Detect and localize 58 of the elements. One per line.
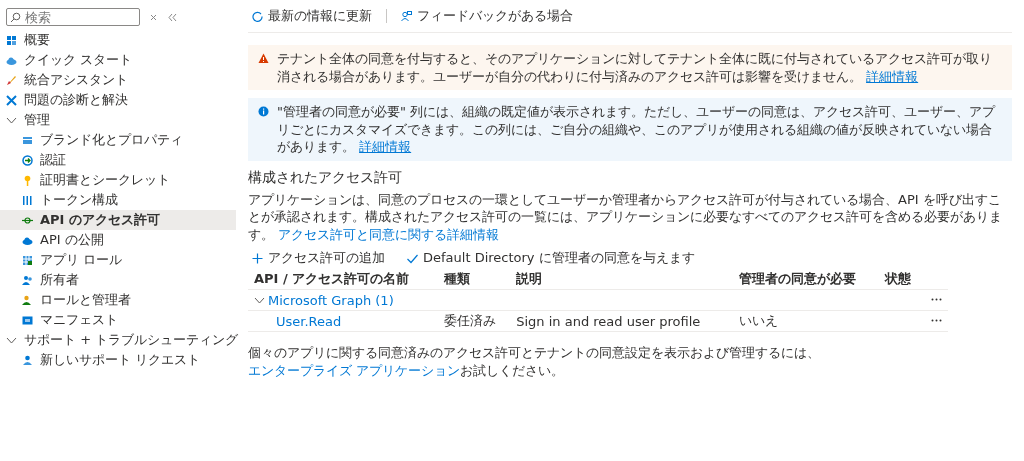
- table-cell: 委任済み: [443, 313, 496, 329]
- people-icon: [22, 274, 33, 286]
- action-button[interactable]: アクセス許可の追加: [248, 249, 389, 268]
- column-header: API / アクセス許可の名前: [248, 269, 438, 290]
- banner-text: "管理者の同意が必要" 列には、組織の既定値が表示されます。ただし、ユーザーの同意は、アクセス許可、ユーザー、アプリごとにカスタマイズできます。この列には、ご自分の組織や、このアプリが使用される組織の値が反映されていない場合があります。 詳細情報: [277, 103, 997, 156]
- sidebar-item[interactable]: API のアクセス許可: [0, 210, 236, 230]
- table-cell: Sign in and read user profile: [516, 313, 701, 329]
- arrow-circle-icon: [22, 154, 33, 166]
- key-icon: [22, 174, 33, 186]
- permission-link[interactable]: User.Read: [276, 313, 342, 329]
- warning-icon: [258, 53, 269, 64]
- learn-more-link[interactable]: 詳細情報: [359, 139, 412, 155]
- person-icon: [22, 294, 33, 306]
- sidebar-item[interactable]: クイック スタート: [0, 50, 236, 70]
- learn-more-link[interactable]: 詳細情報: [866, 68, 919, 84]
- checkmark-icon: [407, 252, 418, 264]
- footer-text: 個々のアプリに関する同意済みのアクセス許可とテナントの同意設定を表示および管理するには、 エンタープライズ アプリケーションお試しください。: [248, 344, 821, 380]
- enterprise-apps-link[interactable]: エンタープライズ アプリケーション: [248, 362, 461, 378]
- section-description: アプリケーションは、同意のプロセスの一環としてユーザーか管理者からアクセス許可が付与されている場合、API を呼び出すことが承認されます。構成されたアクセス許可の一覧には、アプリケーションに必要なすべてのアクセス許可を含める必要があります。 アクセス許可と同意に関する詳細情報: [248, 190, 1003, 244]
- bars-icon: [22, 194, 33, 206]
- column-header: 管理者の同意が必要: [732, 269, 879, 290]
- sidebar-item[interactable]: 所有者: [0, 270, 236, 290]
- sidebar-item[interactable]: 認証: [0, 150, 236, 170]
- column-header: 説明: [510, 269, 733, 290]
- person-icon: [22, 354, 33, 366]
- search-field[interactable]: 検索: [6, 8, 140, 26]
- banner-text: テナント全体の同意を付与すると、そのアプリケーションに対してテナント全体に既に付与されているアクセス許可が取り消される場合があります。ユーザーが自分の代わりに付与済みのアクセス許可は影響を受けません。 詳細情報: [277, 50, 993, 86]
- details-link[interactable]: アクセス許可と同意に関する詳細情報: [278, 226, 500, 242]
- sidebar-item[interactable]: 証明書とシークレット: [0, 170, 236, 190]
- sidebar-item[interactable]: 概要: [0, 30, 236, 50]
- toolbar-button[interactable]: 最新の情報に更新: [248, 7, 376, 25]
- action-button[interactable]: Default Directory に管理者の同意を与えます: [403, 249, 699, 268]
- nav-group[interactable]: サポート + トラブルシューティング: [0, 330, 236, 350]
- feedback-icon: [401, 10, 412, 22]
- sidebar-item[interactable]: ブランド化とプロパティ: [0, 130, 236, 150]
- table-icon: [22, 254, 33, 266]
- info-icon: [258, 106, 269, 118]
- toolbar-button[interactable]: フィードバックがある場合: [397, 7, 577, 25]
- sidebar-item[interactable]: API の公開: [0, 230, 236, 250]
- section-title: 構成されたアクセス許可: [248, 168, 403, 187]
- document-icon: [22, 314, 33, 326]
- sidebar-item[interactable]: 新しいサポート リクエスト: [0, 350, 236, 370]
- sidebar-item[interactable]: アプリ ロール: [0, 250, 236, 270]
- card-icon: [22, 134, 33, 146]
- sidebar-item[interactable]: 問題の診断と解決: [0, 90, 236, 110]
- nav-group[interactable]: 管理: [0, 110, 236, 130]
- column-header: 状態: [878, 269, 922, 290]
- sidebar-item[interactable]: マニフェスト: [0, 310, 236, 330]
- refresh-icon: [252, 10, 263, 22]
- api-group-toggle[interactable]: Microsoft Graph (1): [254, 292, 394, 308]
- table-cell: いいえ: [738, 313, 778, 329]
- column-header: 種類: [437, 269, 511, 290]
- grid-icon: [6, 34, 17, 46]
- collapse-icon[interactable]: [167, 11, 178, 23]
- sidebar-item[interactable]: トークン構成: [0, 190, 236, 210]
- sidebar-item[interactable]: 統合アシスタント: [0, 70, 236, 90]
- plus-icon: [252, 252, 263, 264]
- sidebar-item[interactable]: ロールと管理者: [0, 290, 236, 310]
